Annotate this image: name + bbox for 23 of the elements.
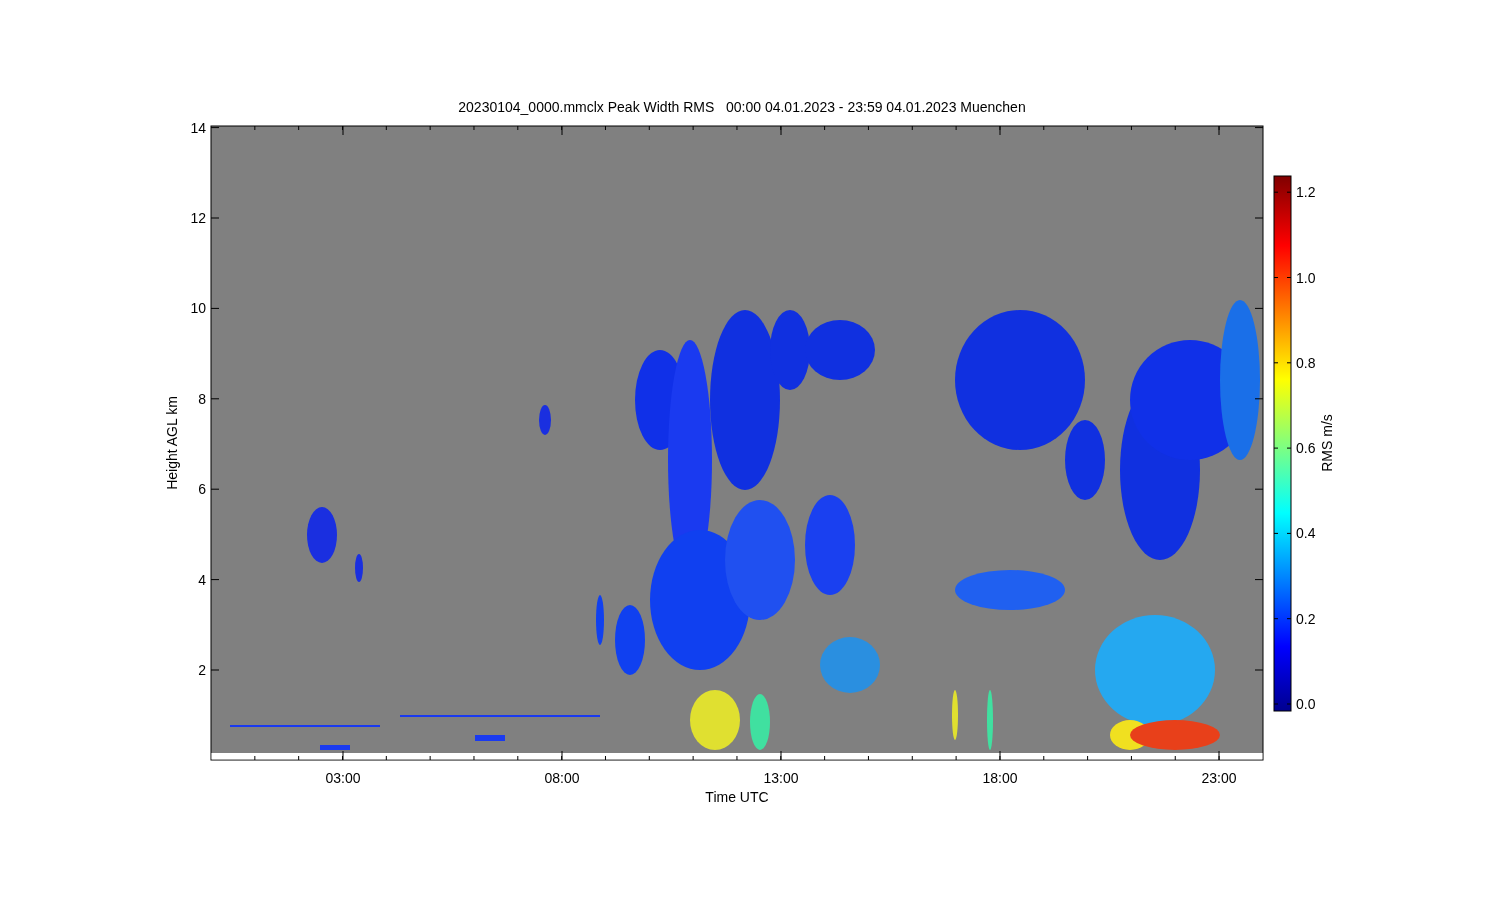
colorbar-tick-label: 0.0 (1296, 696, 1316, 712)
colorbar-tick-label: 0.4 (1296, 525, 1316, 542)
colorbar-title: RMS m/s (1319, 414, 1335, 472)
x-tick-label: 03:00 (325, 770, 361, 786)
y-tick-label: 2 (198, 662, 206, 678)
colorbar-tick-label: 0.2 (1296, 610, 1316, 627)
x-tick-label: 23:00 (1201, 770, 1237, 786)
x-axis-title: Time UTC (705, 789, 769, 805)
chart-title: 20230104_0000.mmclx Peak Width RMS 00:00 04.01.2023 - 23:59 04.01.2023 Muenchen (458, 99, 1026, 115)
colorbar-tick-label: 1.2 (1296, 184, 1316, 201)
y-tick-label: 14 (190, 119, 206, 136)
x-tick-label: 18:00 (982, 770, 1018, 786)
y-tick-label: 10 (190, 300, 206, 317)
colorbar-tick-label: 1.0 (1296, 269, 1316, 286)
y-tick-label: 6 (198, 481, 206, 498)
y-axis-title: Height AGL km (164, 396, 180, 490)
colorbar-tick-label: 0.8 (1296, 354, 1316, 371)
x-tick-label: 08:00 (544, 770, 580, 786)
colorbar-tick-label: 0.6 (1296, 440, 1316, 457)
y-tick-label: 4 (198, 571, 206, 588)
y-tick-label: 8 (198, 390, 206, 407)
x-tick-label: 13:00 (763, 770, 799, 786)
y-tick-label: 12 (190, 210, 206, 226)
